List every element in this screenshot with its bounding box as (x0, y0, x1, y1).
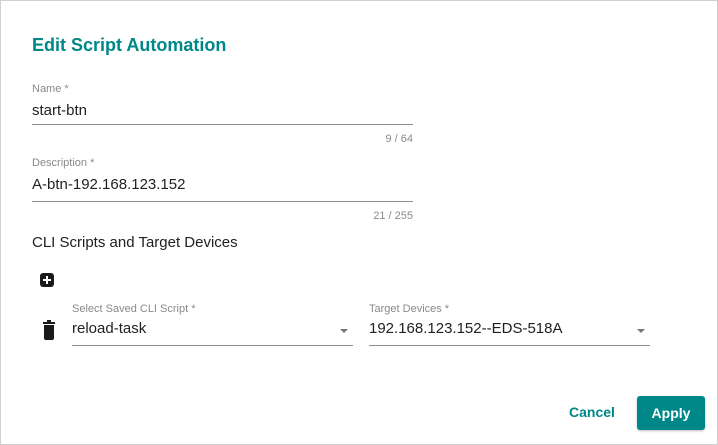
trash-bin (44, 325, 54, 340)
cli-script-label: Select Saved CLI Script * (72, 303, 196, 315)
cli-script-select[interactable]: Select Saved CLI Script * reload-task (72, 303, 353, 348)
description-field[interactable]: Description * A-btn-192.168.123.152 21 /… (32, 157, 413, 222)
dialog-title: Edit Script Automation (32, 35, 227, 55)
cancel-button[interactable]: Cancel (560, 397, 624, 427)
name-input[interactable]: start-btn (32, 102, 87, 119)
description-underline (32, 201, 413, 202)
target-devices-underline (369, 345, 650, 346)
description-label: Description * (32, 157, 95, 169)
caret-down-icon[interactable] (340, 329, 348, 333)
description-input[interactable]: A-btn-192.168.123.152 (32, 176, 185, 193)
name-char-counter: 9 / 64 (385, 133, 413, 145)
apply-button[interactable]: Apply (637, 396, 705, 430)
trash-icon[interactable] (43, 320, 55, 340)
cli-scripts-heading: CLI Scripts and Target Devices (32, 234, 238, 251)
target-devices-value[interactable]: 192.168.123.152--EDS-518A (369, 320, 562, 337)
name-underline (32, 124, 413, 125)
edit-script-automation-dialog: Edit Script Automation Name * start-btn … (0, 0, 718, 445)
caret-down-icon[interactable] (637, 329, 645, 333)
name-field[interactable]: Name * start-btn 9 / 64 (32, 83, 413, 147)
name-label: Name * (32, 83, 69, 95)
target-devices-label: Target Devices * (369, 303, 450, 315)
cli-script-value[interactable]: reload-task (72, 320, 146, 337)
trash-lid (43, 322, 55, 324)
plus-square-icon[interactable] (40, 273, 54, 287)
description-char-counter: 21 / 255 (373, 210, 413, 222)
cli-script-underline (72, 345, 353, 346)
target-devices-select[interactable]: Target Devices * 192.168.123.152--EDS-51… (369, 303, 650, 348)
